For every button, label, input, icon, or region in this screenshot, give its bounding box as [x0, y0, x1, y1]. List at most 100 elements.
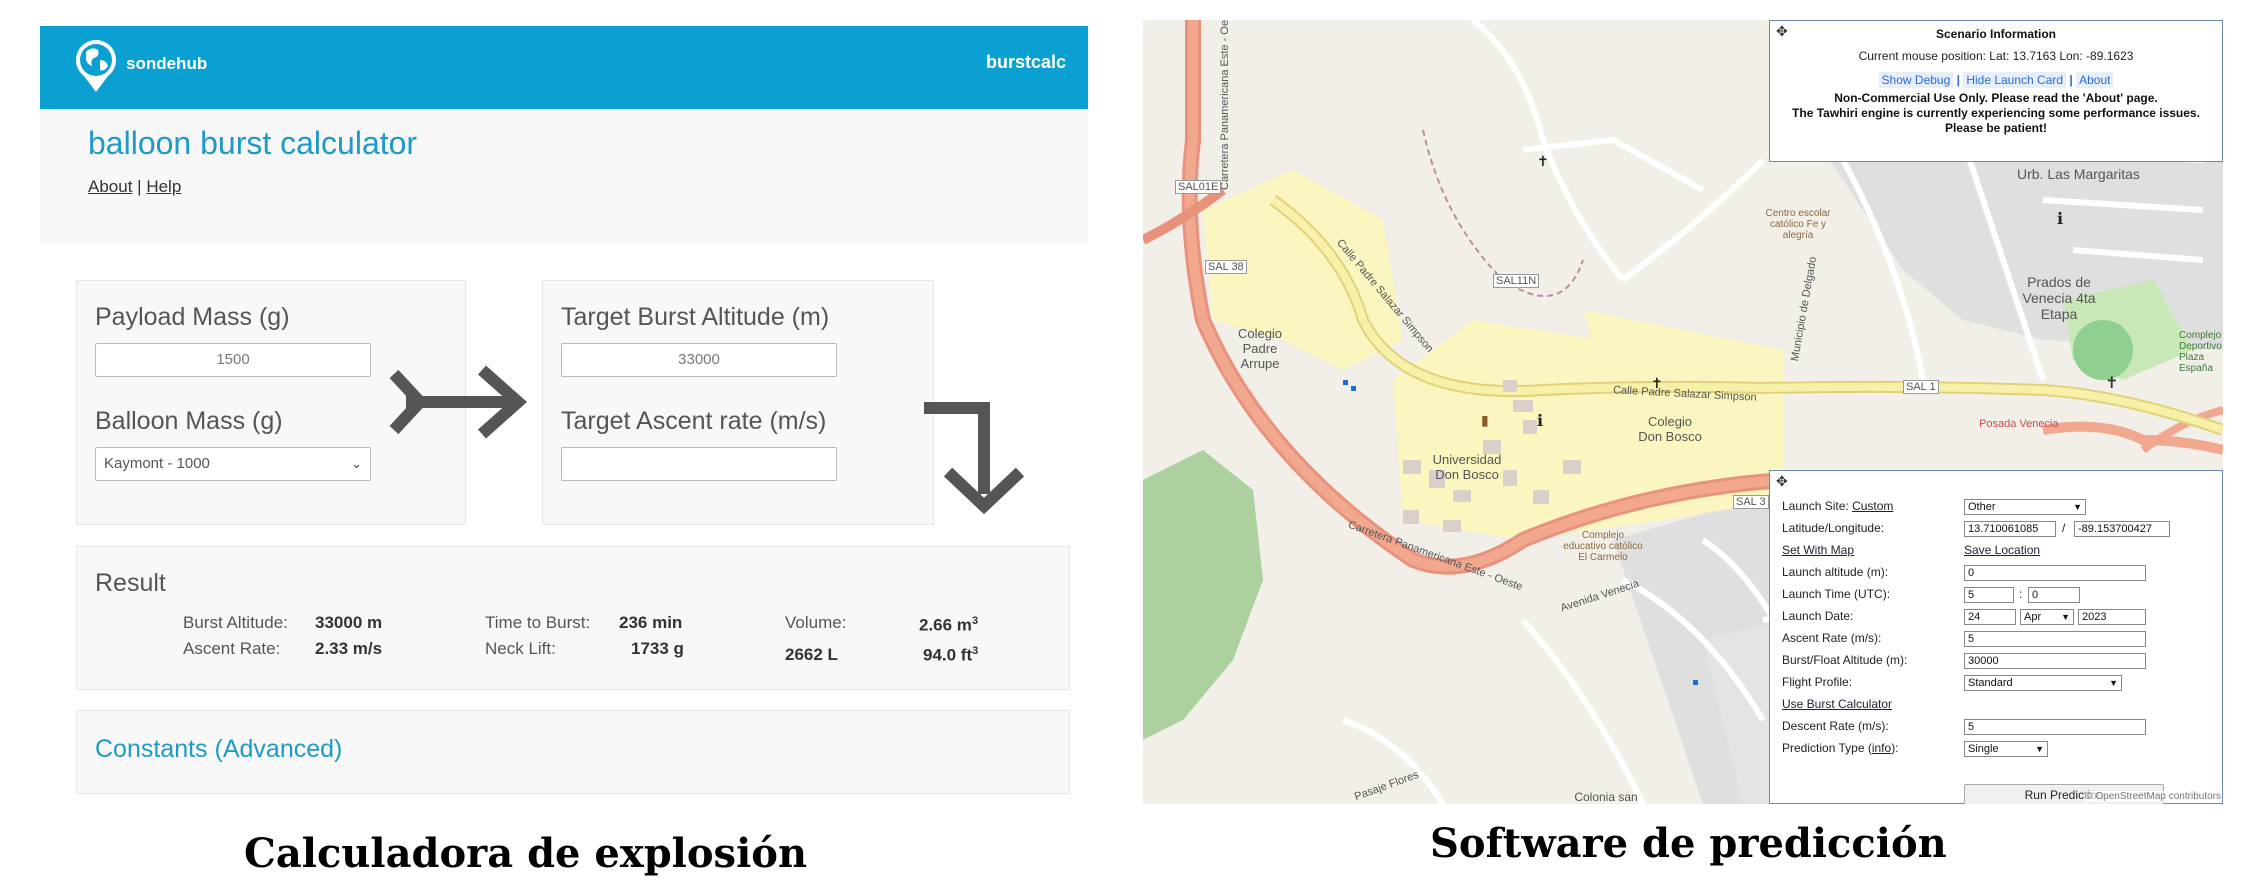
- right-caption: Software de predicción: [1430, 820, 1947, 867]
- arrow-right-icon: [389, 365, 528, 439]
- flight-profile-label: Flight Profile:: [1782, 675, 1853, 689]
- about-link[interactable]: About: [88, 177, 132, 196]
- map-label-complejo-deportivo: Complejo Deportivo Plaza España: [2179, 330, 2222, 374]
- show-debug-button[interactable]: Show Debug: [1878, 72, 1954, 88]
- map-label-sal1: SAL 1: [1903, 380, 1939, 394]
- arrow-turn-down-icon: [924, 402, 1025, 514]
- descent-rate-input[interactable]: 5: [1964, 719, 2146, 735]
- map-label-carretera-oeste: Carretera Panamericana Este - Oeste: [1219, 20, 1231, 190]
- page-title: balloon burst calculator: [88, 125, 418, 161]
- prediction-type-info-link[interactable]: info: [1872, 741, 1891, 755]
- chevron-down-icon: ▼: [2073, 502, 2082, 512]
- chevron-down-icon: ▼: [2035, 744, 2044, 754]
- brand-name[interactable]: sondehub: [126, 54, 207, 74]
- launch-altitude-label: Launch altitude (m):: [1782, 565, 1889, 579]
- map-attribution[interactable]: © OpenStreetMap contributors: [2085, 791, 2221, 802]
- burst-altitude-input[interactable]: 30000: [1964, 653, 2146, 669]
- launch-minute-input[interactable]: 0: [2028, 587, 2080, 603]
- launch-year-input[interactable]: 2023: [2078, 609, 2146, 625]
- balloon-mass-select[interactable]: Kaymont - 1000 ⌄: [95, 447, 371, 481]
- launch-month-selected: Apr: [2024, 611, 2042, 623]
- map-label-colegio-arrupe: Colegio Padre Arrupe: [1237, 326, 1283, 371]
- launch-site-selected: Other: [1968, 501, 1996, 513]
- launch-time-label: Launch Time (UTC):: [1782, 587, 1891, 601]
- latlon-label: Latitude/Longitude:: [1782, 521, 1885, 535]
- cube-superscript: 3: [972, 645, 979, 657]
- time-colon: :: [2019, 587, 2023, 601]
- svg-text:✝: ✝: [1537, 153, 1549, 169]
- ascent-rate-input[interactable]: 5: [1964, 631, 2146, 647]
- move-handle-icon[interactable]: ✥: [1776, 473, 1788, 490]
- flight-profile-select[interactable]: Standard ▼: [1964, 675, 2122, 691]
- target-burst-label: Target Burst Altitude (m): [561, 303, 830, 331]
- time-to-burst-value: 236 min: [619, 613, 683, 632]
- scenario-sep-2: |: [2069, 73, 2073, 87]
- launch-hour-input[interactable]: 5: [1964, 587, 2014, 603]
- burst-altitude-label: Burst Altitude:: [183, 613, 288, 632]
- volume-m3-text: 2.66 m: [919, 615, 972, 635]
- svg-text:ℹ: ℹ: [2057, 211, 2063, 228]
- balloon-mass-label: Balloon Mass (g): [95, 407, 283, 435]
- scenario-sep-1: |: [1956, 73, 1960, 87]
- latlon-slash: /: [2062, 521, 2066, 535]
- target-ascent-input[interactable]: [561, 447, 837, 481]
- cube-superscript: 3: [971, 615, 979, 627]
- map-label-universidad: Universidad Don Bosco: [1432, 452, 1502, 482]
- svg-text:ℹ: ℹ: [1537, 413, 1543, 430]
- header-links: About | Help: [88, 177, 181, 197]
- about-button[interactable]: About: [2076, 72, 2114, 88]
- volume-m3-value: 2.66 m3: [919, 615, 978, 636]
- time-to-burst-label: Time to Burst:: [485, 613, 591, 632]
- use-burst-calculator-link[interactable]: Use Burst Calculator: [1782, 697, 1892, 711]
- volume-label: Volume:: [785, 613, 847, 632]
- launch-card: ✥ Launch Site: Custom Other ▼ Latitude/Lo…: [1769, 470, 2223, 804]
- map-label-colonia: Colonia san Isidro: [1574, 790, 1638, 804]
- ascent-rate-label: Ascent Rate:: [183, 639, 281, 658]
- latitude-input[interactable]: 13.710061085: [1964, 521, 2056, 537]
- target-card: Target Burst Altitude (m) 33000 Target A…: [542, 280, 934, 525]
- payload-mass-label: Payload Mass (g): [95, 303, 290, 331]
- map-label-colegio-bosco: Colegio Don Bosco: [1638, 414, 1702, 444]
- help-link[interactable]: Help: [146, 177, 181, 196]
- hide-launch-card-button[interactable]: Hide Launch Card: [1963, 72, 2067, 88]
- constants-advanced-link[interactable]: Constants (Advanced): [95, 735, 342, 764]
- map-label-sal38: SAL 38: [1205, 260, 1247, 274]
- launch-site-custom-link[interactable]: Custom: [1852, 499, 1893, 513]
- prediction-type-select[interactable]: Single ▼: [1964, 741, 2048, 757]
- descent-rate-label: Descent Rate (m/s):: [1782, 719, 1889, 733]
- target-ascent-label: Target Ascent rate (m/s): [561, 407, 827, 435]
- burst-calculator-app: sondehub burstcalc balloon burst calcula…: [40, 26, 1088, 796]
- scenario-title: Scenario Information: [1935, 27, 2057, 41]
- scenario-info-panel: ✥ Scenario Information Current mouse pos…: [1769, 20, 2223, 162]
- payload-mass-input[interactable]: 1500: [95, 343, 371, 377]
- warning-text-2: The Tawhiri engine is currently experien…: [1792, 106, 2200, 135]
- globe-logo-icon[interactable]: [74, 38, 118, 94]
- longitude-input[interactable]: -89.153700427: [2074, 521, 2170, 537]
- prediction-type-selected: Single: [1968, 743, 1999, 755]
- save-location-link[interactable]: Save Location: [1964, 543, 2040, 557]
- top-navbar: sondehub burstcalc: [40, 26, 1088, 109]
- launch-day-input[interactable]: 24: [1964, 609, 2016, 625]
- neck-lift-value: 1733 g: [631, 639, 684, 658]
- volume-ft3-value: 94.0 ft3: [923, 645, 978, 666]
- warning-text-1: Non-Commercial Use Only. Please read the…: [1834, 91, 2158, 105]
- prediction-type-close: ):: [1891, 741, 1899, 755]
- move-handle-icon[interactable]: ✥: [1776, 23, 1788, 40]
- map-label-complejo: Complejo educativo católico El Carmelo: [1563, 530, 1643, 563]
- target-burst-input[interactable]: 33000: [561, 343, 837, 377]
- launch-site-select[interactable]: Other ▼: [1964, 499, 2086, 515]
- mouse-position-readout: Current mouse position: Lat: 13.7163 Lon…: [1858, 49, 2134, 63]
- flight-profile-selected: Standard: [1968, 677, 2013, 689]
- launch-month-select[interactable]: Apr ▼: [2020, 609, 2074, 625]
- set-with-map-link[interactable]: Set With Map: [1782, 543, 1854, 557]
- map-label-centro: Centro escolar católico Fe y alegría: [1765, 208, 1831, 241]
- svg-text:▮: ▮: [1481, 412, 1489, 428]
- launch-altitude-input[interactable]: 0: [1964, 565, 2146, 581]
- scenario-buttons: Show Debug | Hide Launch Card | About: [1770, 72, 2222, 88]
- map-label-urb: Urb. Las Margaritas: [2017, 166, 2140, 182]
- map-label-posada: Posada Venecia: [1979, 418, 2059, 430]
- prediction-type-label: Prediction Type (info):: [1782, 741, 1899, 755]
- nav-burstcalc-link[interactable]: burstcalc: [986, 52, 1066, 73]
- prediction-map[interactable]: ℹ ℹ ✝ ✝ ✝ ▮ Carretera Panamericana Este …: [1143, 20, 2223, 804]
- burst-altitude-value: 33000 m: [315, 613, 383, 632]
